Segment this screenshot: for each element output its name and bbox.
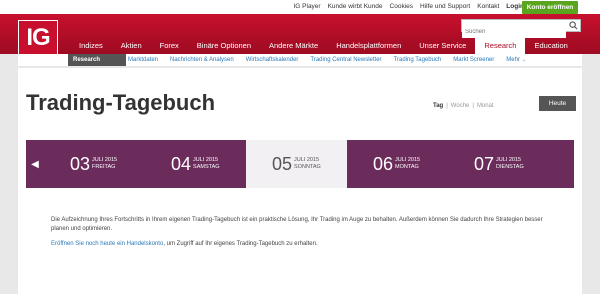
day-cell-selected[interactable]: 05 JULI 2015 SONNTAG [246,140,347,188]
view-divider: | [446,103,448,109]
subnav-links: Marktdaten Nachrichten & Analysen Wirtsc… [128,54,527,66]
sub-nav: Research Marktdaten Nachrichten & Analys… [18,54,582,66]
view-day-tab[interactable]: Tag [433,103,443,109]
nav-unser-service[interactable]: Unser Service [410,37,475,54]
help-support-link[interactable]: Hilfe und Support [420,1,470,13]
open-account-button[interactable]: Konto eröffnen [522,1,578,14]
main-nav: Indizes Aktien Forex Binäre Optionen And… [70,37,577,54]
day-strip: ◀ 03 JULI 2015 FREITAG 04 JULI 2015 SAMSTA… [26,140,574,188]
subnav-nachrichten[interactable]: Nachrichten & Analysen [170,54,234,66]
nav-andere-maerkte[interactable]: Andere Märkte [260,37,327,54]
top-utility-bar: IG Player Kunde wirbt Kunde Cookies Hilf… [0,0,600,14]
day-weekday: MONTAG [395,164,419,170]
nav-aktien[interactable]: Aktien [112,37,151,54]
today-button[interactable]: Heute [539,96,576,111]
subnav-markt-screener[interactable]: Markt Screener [453,54,494,66]
nav-binaere-optionen[interactable]: Binäre Optionen [188,37,260,54]
day-month: JULI 2015 [294,157,320,163]
subnav-section-badge: Research [68,54,126,66]
nav-research[interactable]: Research [475,37,526,54]
subnav-wirtschaftskalender[interactable]: Wirtschaftskalender [246,54,299,66]
ig-player-link[interactable]: IG Player [294,1,321,13]
search-input[interactable] [462,26,566,38]
view-switcher: Tag | Woche | Monat [433,103,494,109]
day-weekday: FREITAG [92,164,116,170]
day-number: 06 [373,153,394,174]
refer-friend-link[interactable]: Kunde wirbt Kunde [328,1,383,13]
view-month-tab[interactable]: Monat [477,103,494,109]
cta-paragraph-rest: , um Zugriff auf Ihr eigenes Trading-Tag… [163,241,318,247]
nav-education[interactable]: Education [525,37,576,54]
subnav-trading-central[interactable]: Trading Central Newsletter [310,54,381,66]
day-cell[interactable]: 04 JULI 2015 SAMSTAG [145,140,246,188]
ig-logo[interactable]: IG [18,20,58,56]
view-week-tab[interactable]: Woche [451,103,470,109]
day-number: 04 [171,153,192,174]
subnav-marktdaten[interactable]: Marktdaten [128,54,158,66]
cta-paragraph: Eröffnen Sie noch heute ein Handelskonto… [51,240,551,249]
day-month: JULI 2015 [496,157,522,163]
prev-day-arrow-icon[interactable]: ◀ [26,140,44,188]
search-box [461,19,581,38]
cookies-link[interactable]: Cookies [390,1,413,13]
nav-indizes[interactable]: Indizes [70,37,112,54]
chevron-down-icon: ⌄ [521,57,527,63]
day-number: 07 [474,153,495,174]
day-weekday: SAMSTAG [193,164,220,170]
nav-handelsplattformen[interactable]: Handelsplattformen [327,37,410,54]
day-cell[interactable]: 07 JULI 2015 DIENSTAG [448,140,549,188]
day-weekday: SONNTAG [294,164,321,170]
view-divider: | [472,103,474,109]
main-content: Trading-Tagebuch Tag | Woche | Monat Heu… [18,68,582,294]
day-weekday: DIENSTAG [496,164,524,170]
day-cell[interactable]: 06 JULI 2015 MONTAG [347,140,448,188]
day-cell[interactable]: 03 JULI 2015 FREITAG [44,140,145,188]
intro-text: Die Aufzeichnung Ihres Fortschritts in I… [51,216,551,249]
utility-links: IG Player Kunde wirbt Kunde Cookies Hilf… [294,1,525,13]
subnav-mehr[interactable]: Mehr ⌄ [506,54,526,66]
intro-paragraph: Die Aufzeichnung Ihres Fortschritts in I… [51,217,543,232]
search-icon[interactable] [569,21,578,30]
day-month: JULI 2015 [395,157,421,163]
subnav-trading-tagebuch[interactable]: Trading Tagebuch [394,54,442,66]
day-month: JULI 2015 [193,157,219,163]
page-title: Trading-Tagebuch [26,90,216,115]
day-number: 03 [70,153,91,174]
subnav-mehr-label: Mehr [506,57,520,63]
day-month: JULI 2015 [92,157,118,163]
open-trading-account-link[interactable]: Eröffnen Sie noch heute ein Handelskonto [51,241,163,247]
day-number: 05 [272,153,293,174]
contact-link[interactable]: Kontakt [477,1,499,13]
nav-forex[interactable]: Forex [151,37,188,54]
